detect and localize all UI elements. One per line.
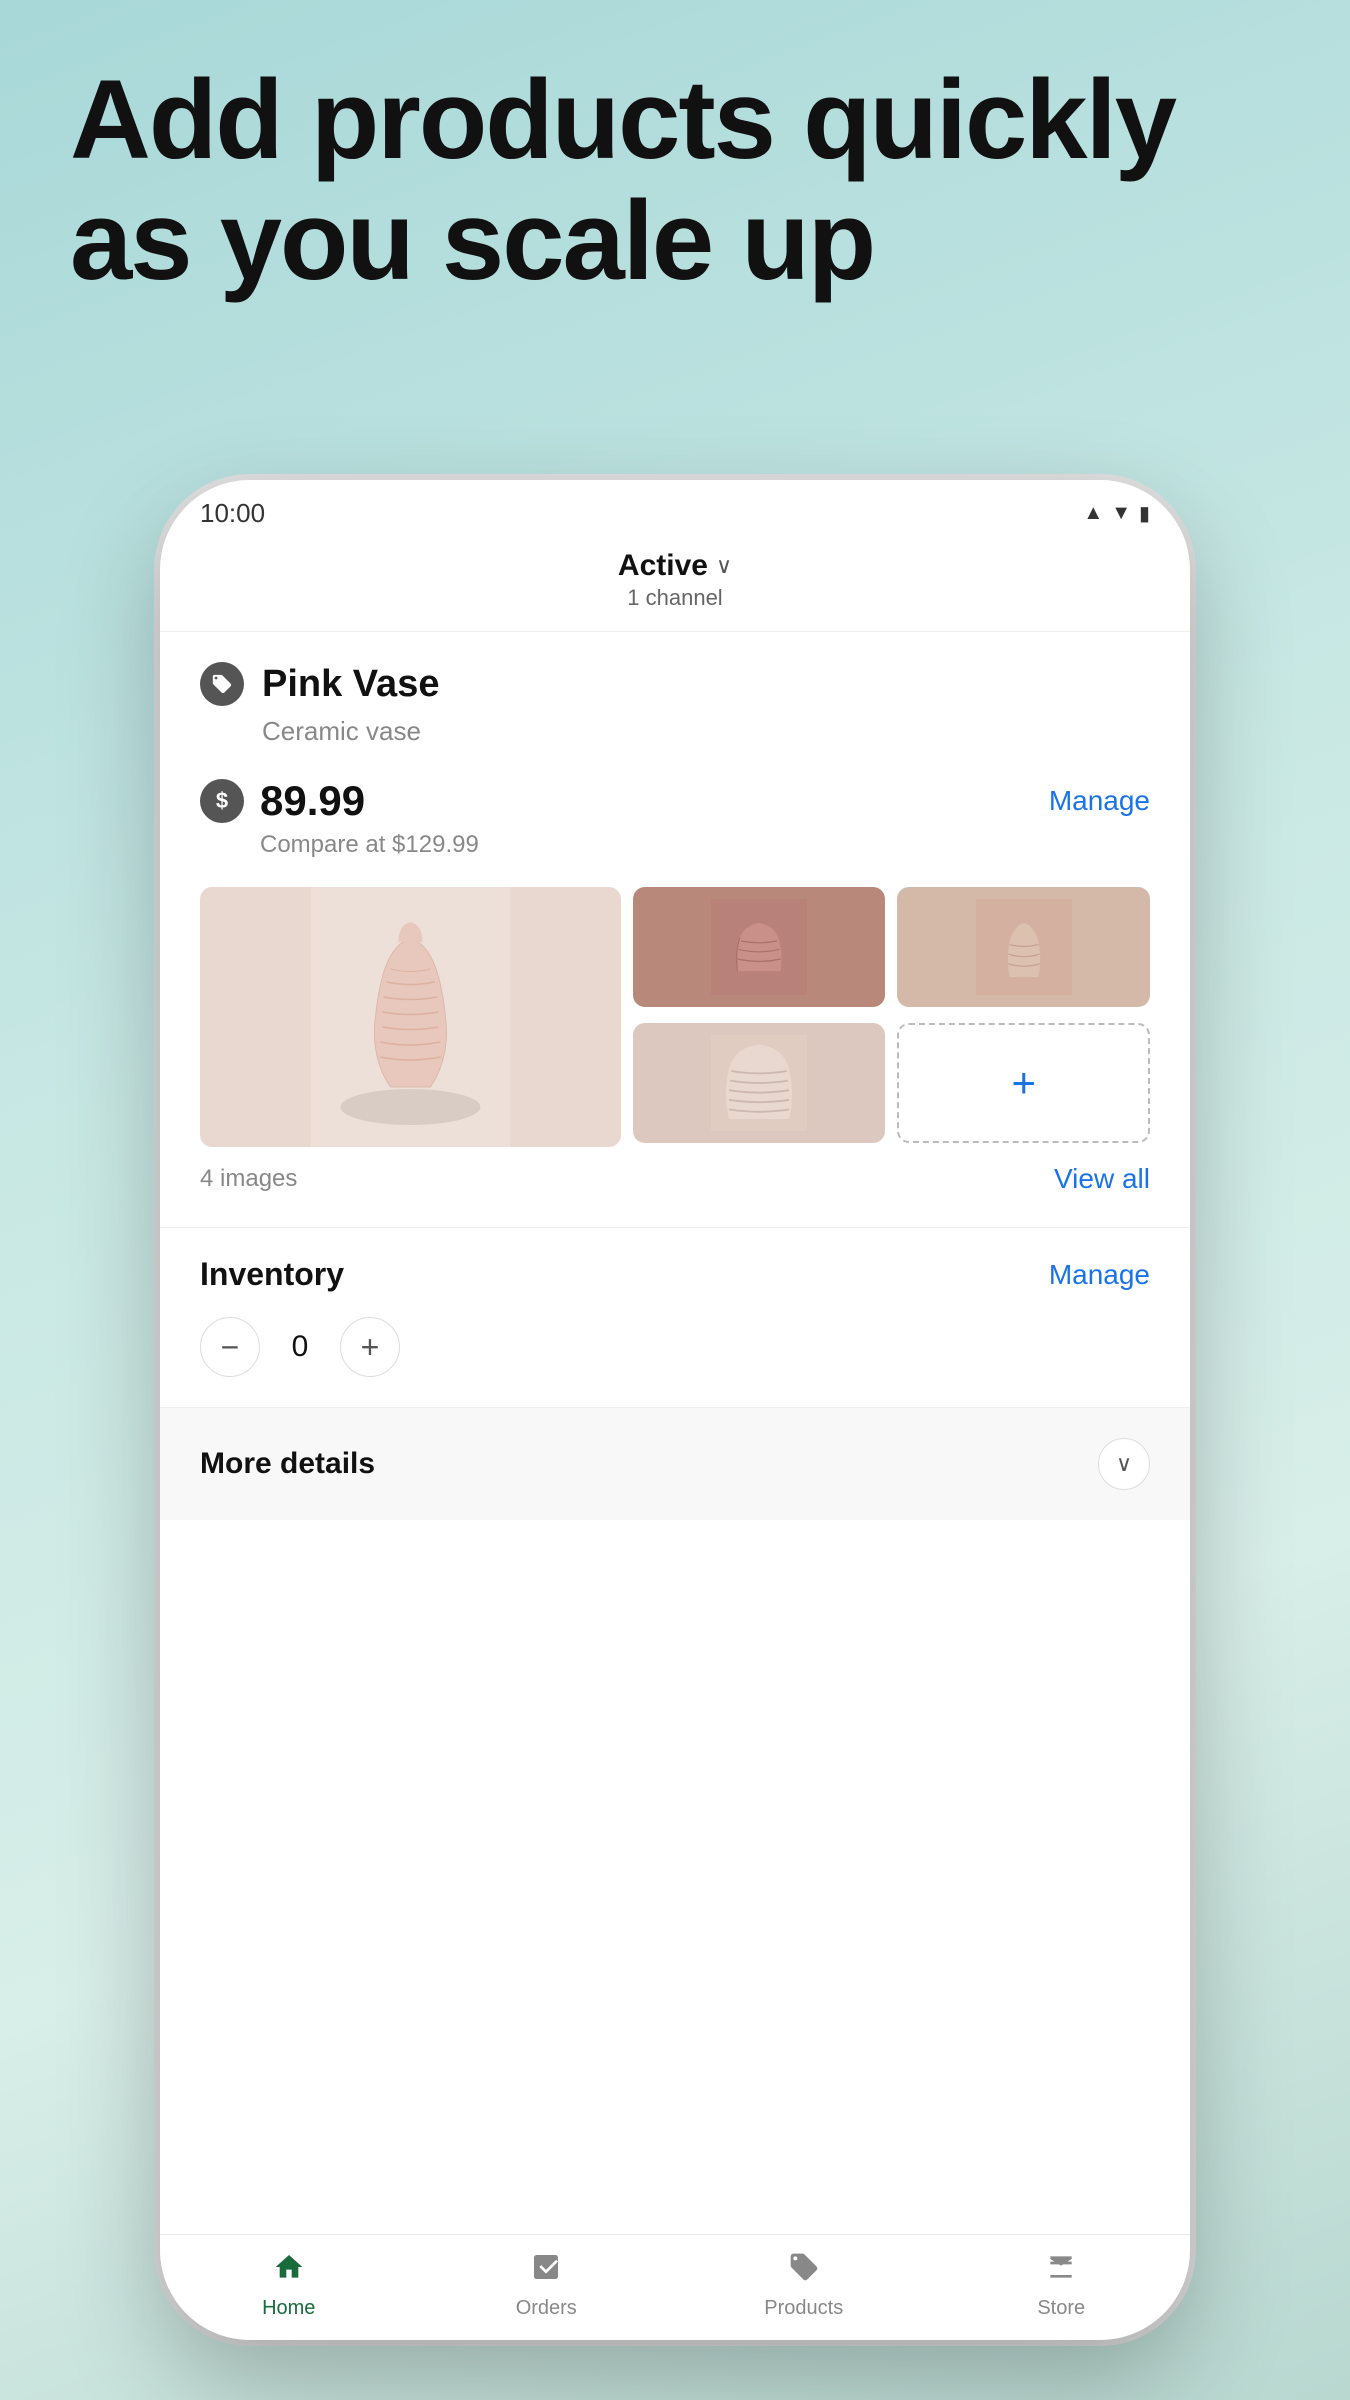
product-title-row: Pink Vase [200, 662, 1150, 706]
nav-label-home: Home [262, 2297, 315, 2320]
section-divider [160, 1227, 1190, 1228]
dollar-icon: $ [200, 779, 244, 823]
price-left: $ 89.99 [200, 777, 365, 825]
hero-title: Add products quickly as you scale up [70, 60, 1280, 302]
quantity-value: 0 [280, 1330, 320, 1364]
price-row: $ 89.99 Manage [200, 777, 1150, 825]
increment-button[interactable]: + [340, 1317, 400, 1377]
app-header: Active ∨ 1 channel [160, 539, 1190, 632]
decrement-button[interactable]: − [200, 1317, 260, 1377]
manage-price-button[interactable]: Manage [1049, 785, 1150, 817]
nav-label-products: Products [764, 2297, 843, 2320]
bottom-navigation: Home Orders Products [160, 2234, 1190, 2340]
home-icon [273, 2251, 305, 2291]
nav-item-products[interactable]: Products [754, 2251, 854, 2320]
channel-count: 1 channel [200, 585, 1150, 611]
tag-icon [200, 662, 244, 706]
wifi-icon: ▼ [1111, 502, 1131, 525]
active-status-row[interactable]: Active ∨ [200, 549, 1150, 583]
battery-icon: ▮ [1139, 501, 1150, 526]
status-time: 10:00 [200, 498, 265, 529]
nav-label-orders: Orders [516, 2297, 577, 2320]
add-image-button[interactable]: + [897, 1023, 1150, 1143]
status-bar: 10:00 ▲ ▼ ▮ [160, 480, 1190, 539]
product-content: Pink Vase Ceramic vase $ 89.99 Manage Co… [160, 632, 1190, 2234]
store-icon [1045, 2251, 1077, 2291]
chevron-down-icon: ∨ [716, 553, 732, 579]
compare-at-price: Compare at $129.99 [260, 831, 1150, 859]
nav-item-store[interactable]: Store [1011, 2251, 1111, 2320]
inventory-row: Inventory Manage [200, 1256, 1150, 1293]
hero-section: Add products quickly as you scale up [70, 60, 1280, 302]
thumbnail-image-1[interactable] [633, 887, 886, 1007]
signal-icon: ▲ [1083, 502, 1103, 525]
manage-inventory-button[interactable]: Manage [1049, 1259, 1150, 1291]
more-details-section[interactable]: More details ∨ [160, 1407, 1190, 1520]
chevron-down-icon: ∨ [1116, 1451, 1132, 1477]
nav-item-home[interactable]: Home [239, 2251, 339, 2320]
images-footer: 4 images View all [200, 1163, 1150, 1195]
more-details-label: More details [200, 1447, 375, 1481]
thumbnail-image-2[interactable] [897, 887, 1150, 1007]
nav-label-store: Store [1037, 2297, 1085, 2320]
quantity-control: − 0 + [200, 1317, 1150, 1377]
product-description: Ceramic vase [262, 716, 1150, 747]
phone-mockup: 10:00 ▲ ▼ ▮ Active ∨ 1 channel Pink Vase… [160, 480, 1190, 2340]
products-icon [788, 2251, 820, 2291]
images-grid: + [200, 887, 1150, 1147]
images-count: 4 images [200, 1165, 297, 1193]
add-icon: + [1011, 1059, 1036, 1107]
inventory-label: Inventory [200, 1256, 344, 1293]
expand-details-button[interactable]: ∨ [1098, 1438, 1150, 1490]
active-status-text: Active [618, 549, 708, 583]
orders-icon [530, 2251, 562, 2291]
status-icons: ▲ ▼ ▮ [1083, 501, 1150, 526]
product-price: 89.99 [260, 777, 365, 825]
thumbnail-image-3[interactable] [633, 1023, 886, 1143]
view-all-button[interactable]: View all [1054, 1163, 1150, 1195]
product-name: Pink Vase [262, 663, 439, 706]
main-product-image[interactable] [200, 887, 621, 1147]
nav-item-orders[interactable]: Orders [496, 2251, 596, 2320]
